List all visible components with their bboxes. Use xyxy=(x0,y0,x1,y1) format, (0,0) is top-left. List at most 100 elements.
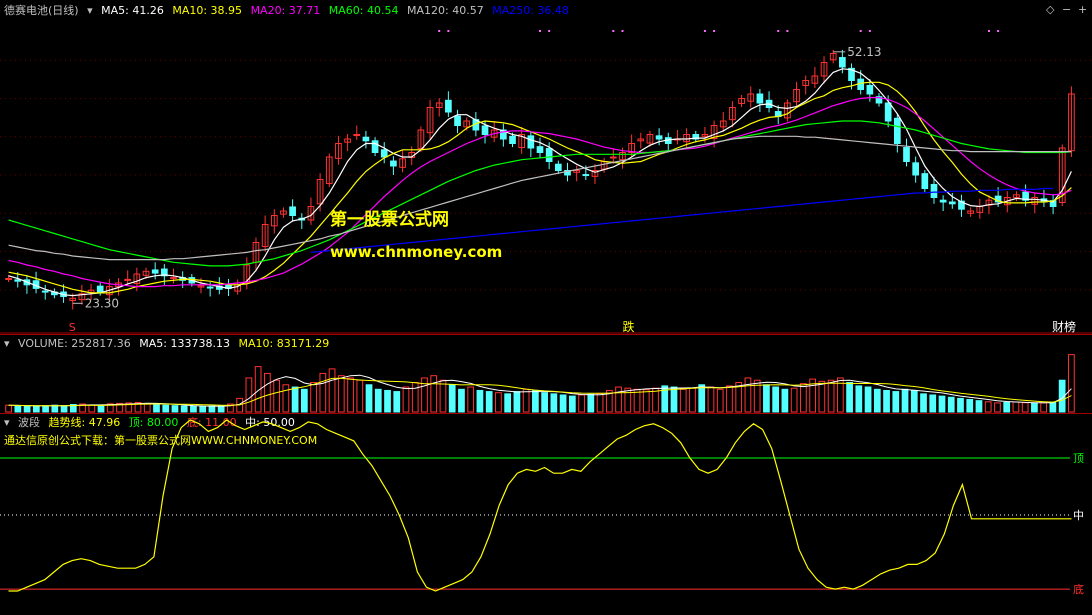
volume-bar xyxy=(476,389,484,413)
volume-bar xyxy=(920,393,927,413)
price-panel[interactable]: 德赛电池(日线) ▾ MA5: 41.26 MA10: 38.95 MA20: … xyxy=(0,0,1092,334)
signal-dot xyxy=(777,30,780,32)
wave-chart[interactable]: 顶中底 xyxy=(0,414,1092,614)
signal-dot xyxy=(997,30,1000,32)
volume-bar xyxy=(347,377,354,413)
low-price-label: 23.30 xyxy=(85,296,119,310)
volume-bar xyxy=(171,405,179,413)
volume-bar xyxy=(568,395,576,413)
volume-bar xyxy=(883,389,890,413)
candle-body xyxy=(609,156,617,159)
volume-bar xyxy=(190,405,197,413)
candle-body xyxy=(371,140,379,154)
candle-body xyxy=(96,285,104,293)
volume-bar xyxy=(180,405,188,413)
watermark-url: www.chnmoney.com xyxy=(330,243,503,261)
candle-body xyxy=(582,174,590,177)
candle-body xyxy=(14,279,22,282)
volume-bar xyxy=(1068,354,1075,413)
volume-bar xyxy=(402,386,410,413)
candle-body xyxy=(527,135,535,149)
volume-bar xyxy=(217,405,225,413)
volume-bar xyxy=(578,394,585,413)
volume-bar xyxy=(88,404,96,413)
volume-bar xyxy=(938,395,946,413)
wave-panel[interactable]: ▾ 波段 趋势线: 47.96 顶: 80.00 底: 11.00 中: 50.… xyxy=(0,413,1092,615)
volume-bar xyxy=(411,382,419,413)
volume-bar xyxy=(1031,402,1038,413)
candle-body xyxy=(536,146,544,153)
signal-dot xyxy=(987,30,990,32)
volume-bar xyxy=(864,386,872,413)
candle-body xyxy=(353,134,361,136)
volume-bar xyxy=(679,388,687,413)
volume-bar xyxy=(42,405,49,413)
volume-bar xyxy=(716,388,724,413)
volume-bar xyxy=(763,384,770,413)
volume-bar xyxy=(14,405,22,413)
volume-chart[interactable] xyxy=(0,335,1092,413)
signal-dot xyxy=(548,30,551,32)
volume-bar xyxy=(337,375,345,413)
volume-bar xyxy=(5,404,12,413)
volume-bar xyxy=(495,392,502,413)
volume-bar xyxy=(458,388,465,413)
candle-body xyxy=(206,286,214,289)
volume-bar xyxy=(550,393,558,413)
volume-bar xyxy=(698,384,706,413)
volume-panel[interactable]: ▾ VOLUME: 252817.36 MA5: 133738.13 MA10:… xyxy=(0,334,1092,414)
candle-body xyxy=(948,201,956,205)
candle-body xyxy=(545,147,553,162)
volume-bar xyxy=(929,394,937,413)
volume-bar xyxy=(901,388,909,413)
volume-bar xyxy=(947,396,955,413)
volume-bar xyxy=(689,387,696,413)
volume-bar xyxy=(596,392,604,413)
candle-body xyxy=(893,117,901,145)
volume-bar xyxy=(846,382,853,413)
volume-bar xyxy=(670,386,678,413)
high-price-label: 52.13 xyxy=(847,45,881,59)
candle-body xyxy=(390,160,397,167)
candle-body xyxy=(939,199,947,203)
volume-bar xyxy=(32,405,40,413)
candle-body xyxy=(756,93,764,104)
volume-bar xyxy=(439,379,447,413)
candle-body xyxy=(839,57,846,68)
volume-bar xyxy=(467,386,475,413)
volume-bar xyxy=(328,368,336,413)
signal-marker-s: S xyxy=(69,321,76,334)
volume-bar xyxy=(448,384,456,413)
volume-bar xyxy=(522,388,530,413)
volume-bar xyxy=(143,403,151,413)
signal-dot xyxy=(438,30,441,32)
volume-bar xyxy=(966,399,974,413)
signal-dot xyxy=(703,30,706,32)
signal-marker-right: 财榜 xyxy=(1052,319,1076,334)
mid-tag: 中 xyxy=(1073,509,1084,522)
candle-body xyxy=(170,277,177,280)
volume-bar xyxy=(1003,401,1011,413)
volume-bar xyxy=(827,379,835,413)
volume-bar xyxy=(153,404,160,413)
volume-bar xyxy=(504,393,512,413)
volume-bar xyxy=(984,401,992,413)
volume-bar xyxy=(374,388,382,413)
volume-bar xyxy=(97,404,105,413)
volume-bar xyxy=(300,388,308,413)
volume-bar xyxy=(532,389,539,413)
volume-bar xyxy=(430,375,438,413)
ma-line-ma20 xyxy=(8,97,1072,288)
volume-bar xyxy=(319,372,327,413)
volume-bar xyxy=(365,384,373,413)
volume-bar xyxy=(162,404,170,413)
price-chart[interactable]: 52.13 23.30 S 跌 财榜 xyxy=(0,0,1092,334)
volume-bar xyxy=(642,389,650,413)
volume-bar xyxy=(957,397,964,413)
volume-bar xyxy=(384,389,391,413)
volume-bar xyxy=(264,372,271,413)
candle-body xyxy=(903,147,910,163)
volume-bar xyxy=(726,385,733,413)
signal-dot xyxy=(859,30,862,32)
watermark-title: 第一股票公式网 xyxy=(330,210,449,230)
